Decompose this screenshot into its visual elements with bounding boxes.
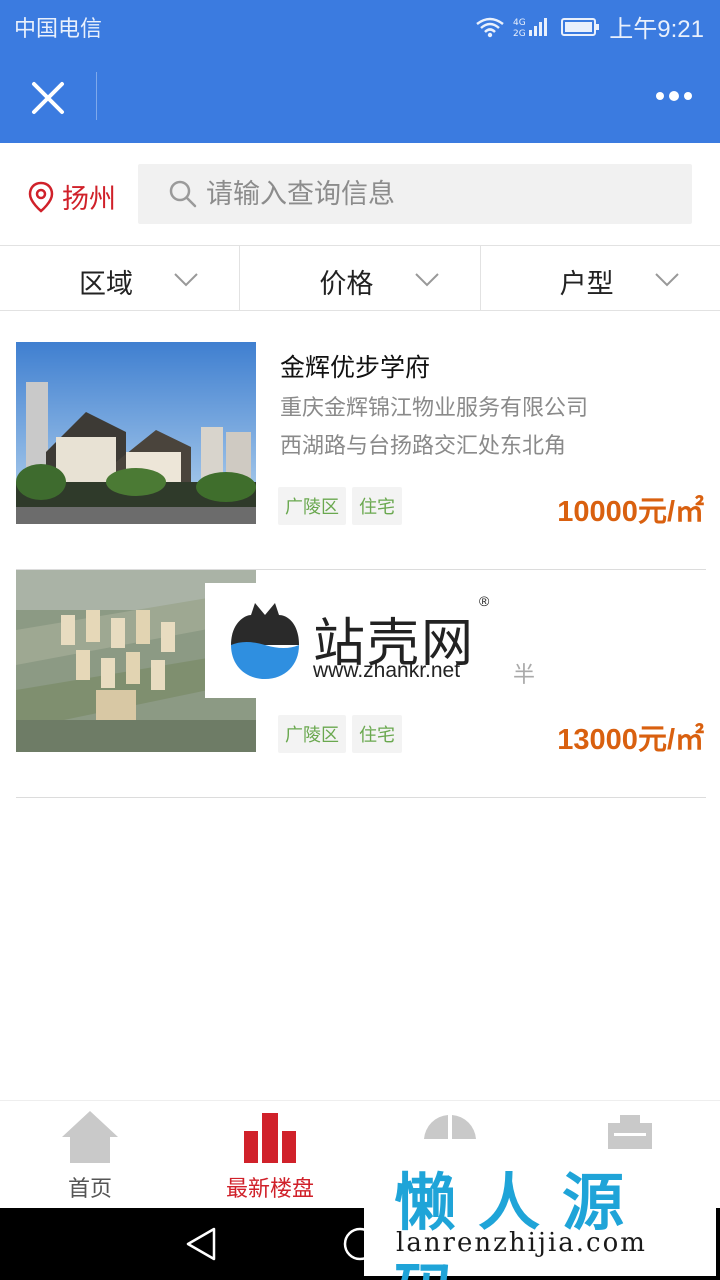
wifi-icon bbox=[476, 17, 505, 37]
tag-district: 广陵区 bbox=[278, 487, 346, 525]
filter-bar: 区域 价格 户型 bbox=[0, 245, 720, 311]
tag-type: 住宅 bbox=[352, 487, 402, 525]
watermark-url: www.zhankr.net bbox=[313, 659, 461, 682]
svg-text:4G: 4G bbox=[513, 18, 526, 28]
title-bar bbox=[0, 50, 720, 143]
search-row: 扬州 bbox=[0, 143, 720, 245]
filter-region[interactable]: 区域 bbox=[0, 246, 239, 310]
filter-label: 价格 bbox=[319, 269, 374, 299]
tab-new-listings[interactable]: 最新楼盘 bbox=[180, 1101, 360, 1209]
status-icons: 4G 2G 上午9:21 bbox=[475, 9, 704, 44]
signal-icon: 4G 2G bbox=[513, 17, 548, 39]
city-name: 扬州 bbox=[62, 184, 116, 214]
chevron-down-icon bbox=[174, 273, 199, 287]
listing-name: 金辉优步学府 bbox=[280, 354, 431, 382]
title-divider bbox=[96, 72, 97, 120]
watermark-registered: ® bbox=[479, 593, 490, 609]
listing-price: 10000元/㎡ bbox=[557, 496, 704, 528]
tag-type: 住宅 bbox=[352, 715, 402, 753]
app-header: 中国电信 4G 2G 上午9:21 bbox=[0, 0, 720, 143]
watermark-lanren: 懒人源码 lanrenzhijia.com bbox=[364, 1150, 716, 1280]
property-photo bbox=[16, 342, 256, 524]
watermark-lanren-cn: 懒人源码 bbox=[394, 1166, 647, 1280]
tab-label: 首页 bbox=[67, 1176, 112, 1201]
home-icon bbox=[62, 1111, 118, 1163]
listing-price: 13000元/㎡ bbox=[557, 724, 704, 756]
filter-layout[interactable]: 户型 bbox=[479, 246, 720, 310]
buildings-icon bbox=[244, 1113, 296, 1163]
tab-label: 最新楼盘 bbox=[225, 1176, 314, 1201]
more-dots-icon[interactable] bbox=[648, 78, 700, 114]
status-bar: 中国电信 4G 2G 上午9:21 bbox=[0, 0, 720, 50]
listing-tags: 广陵区 住宅 bbox=[278, 487, 402, 525]
carrier-name: 中国电信 bbox=[14, 16, 103, 41]
tag-district: 广陵区 bbox=[278, 715, 346, 753]
chevron-down-icon bbox=[414, 273, 439, 287]
listing-card[interactable]: 金辉优步学府 重庆金辉锦江物业服务有限公司 西湖路与台扬路交汇处东北角 广陵区 … bbox=[16, 342, 706, 570]
clock: 上午9:21 bbox=[609, 16, 704, 43]
filter-label: 区域 bbox=[79, 269, 133, 299]
svg-text:2G: 2G bbox=[513, 29, 526, 39]
tab-home[interactable]: 首页 bbox=[0, 1101, 180, 1209]
watermark-zhankr: 站壳网 ® www.zhankr.net bbox=[205, 583, 515, 698]
search-input[interactable] bbox=[206, 174, 676, 214]
location-pin-icon bbox=[28, 181, 54, 213]
battery-icon bbox=[561, 17, 600, 36]
watermark-lanren-en: lanrenzhijia.com bbox=[396, 1228, 647, 1258]
partial-address-text: 半 bbox=[513, 662, 536, 687]
chevron-down-icon bbox=[655, 273, 679, 287]
search-icon bbox=[169, 180, 197, 208]
filter-label: 户型 bbox=[559, 269, 614, 299]
back-icon[interactable] bbox=[184, 1226, 218, 1262]
close-icon[interactable] bbox=[22, 72, 74, 124]
listing-address: 西湖路与台扬路交汇处东北角 bbox=[280, 433, 567, 458]
cat-logo-icon bbox=[231, 603, 299, 679]
search-box[interactable] bbox=[138, 164, 692, 224]
listing-tags: 广陵区 住宅 bbox=[278, 715, 402, 753]
filter-price[interactable]: 价格 bbox=[239, 246, 479, 310]
city-selector[interactable]: 扬州 bbox=[28, 177, 116, 216]
listing-company: 重庆金辉锦江物业服务有限公司 bbox=[280, 395, 589, 420]
